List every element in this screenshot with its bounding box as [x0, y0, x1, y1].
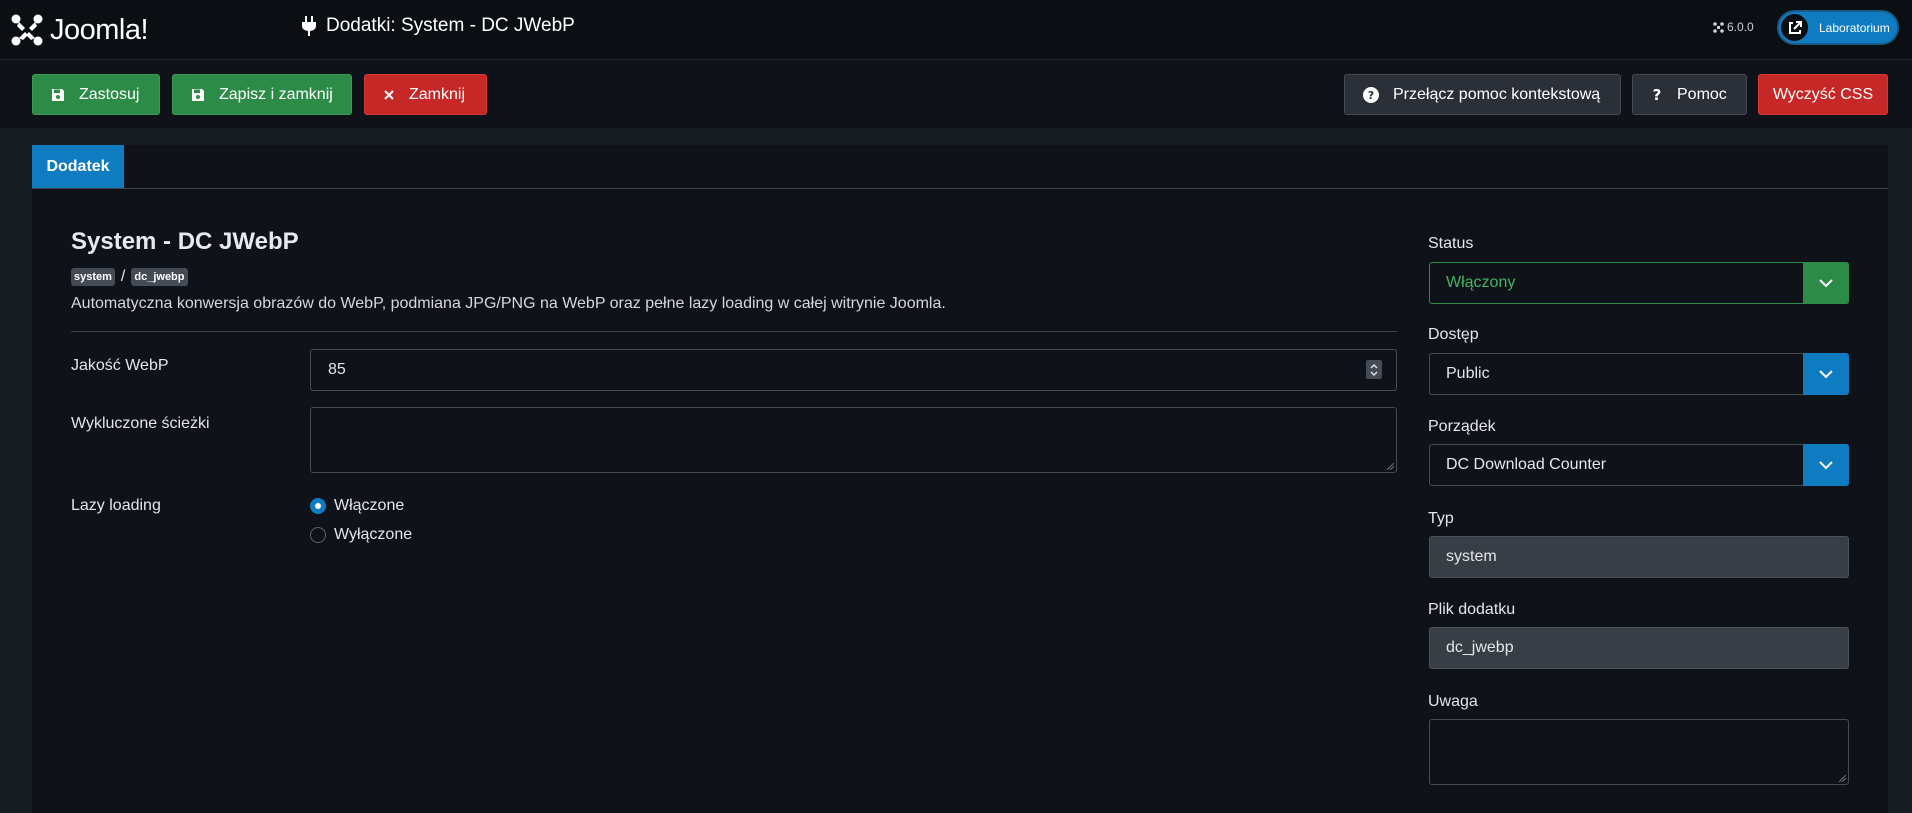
joomla-small-icon [1713, 21, 1724, 33]
close-icon [383, 89, 395, 101]
help-label: Pomoc [1677, 85, 1727, 103]
type-value: system [1446, 548, 1497, 565]
joomla-logo-icon [11, 14, 43, 46]
element-badge: dc_jwebp [131, 268, 188, 286]
badge-separator: / [120, 268, 126, 285]
version-number: 6.0.0 [1727, 20, 1754, 34]
page-heading: Dodatki: System - DC JWebP [302, 15, 575, 37]
clear-css-label: Wyczyść CSS [1772, 85, 1874, 103]
chevron-down-icon [1803, 262, 1849, 304]
save-and-close-button[interactable]: Zapisz i zamknij [172, 74, 352, 115]
plugin-file-field: dc_jwebp [1429, 627, 1849, 669]
type-label: Typ [1428, 510, 1454, 527]
site-link-label: Laboratorium [1819, 20, 1890, 35]
question-icon: ? [1651, 87, 1663, 103]
version-info: 6.0.0 [1713, 20, 1754, 34]
close-label: Zamknij [409, 85, 466, 103]
extension-title: System - DC JWebP [71, 228, 299, 255]
joomla-logo[interactable]: Joomla! [10, 10, 149, 50]
toggle-context-help-button[interactable]: ? Przełącz pomoc kontekstową [1344, 74, 1621, 115]
save-and-close-label: Zapisz i zamknij [219, 85, 333, 103]
lazy-loading-label: Lazy loading [71, 497, 161, 514]
access-value: Public [1446, 365, 1490, 382]
lazy-on-label: Włączone [334, 497, 405, 514]
external-link-icon [1779, 12, 1810, 43]
number-spinner[interactable] [1366, 360, 1382, 379]
question-circle-icon: ? [1363, 86, 1379, 103]
ordering-select[interactable]: DC Download Counter [1429, 444, 1849, 486]
tab-plugin-label: Dodatek [46, 157, 110, 175]
access-select[interactable]: Public [1429, 353, 1849, 395]
save-icon [191, 88, 205, 102]
plug-icon [302, 16, 316, 36]
quality-input[interactable]: 85 [310, 349, 1397, 391]
type-field: system [1429, 536, 1849, 578]
folder-badge: system [71, 268, 115, 286]
plugin-file-value: dc_jwebp [1446, 639, 1514, 656]
tab-plugin[interactable]: Dodatek [32, 145, 124, 188]
page-title: Dodatki: System - DC JWebP [326, 15, 575, 36]
svg-text:?: ? [1368, 89, 1374, 102]
resize-grip-icon[interactable] [1838, 774, 1846, 782]
lazy-off-option[interactable]: Wyłączone [310, 526, 412, 544]
quality-label: Jakość WebP [71, 357, 169, 374]
chevron-down-icon [1803, 353, 1849, 395]
lazy-on-option[interactable]: Włączone [310, 497, 404, 515]
help-button[interactable]: ? Pomoc [1632, 74, 1747, 115]
lazy-off-label: Wyłączone [334, 526, 413, 543]
chevron-down-icon [1803, 444, 1849, 486]
status-value: Włączony [1446, 274, 1516, 291]
apply-button[interactable]: Zastosuj [32, 74, 160, 115]
top-header: Joomla! Dodatki: System - DC JWebP 6.0.0 [0, 0, 1912, 60]
ordering-value: DC Download Counter [1446, 456, 1607, 473]
resize-grip-icon[interactable] [1386, 462, 1394, 470]
excluded-paths-textarea[interactable] [310, 407, 1397, 473]
extension-badges: system / dc_jwebp [71, 268, 188, 286]
toolbar: Zastosuj Zapisz i zamknij Zamknij ? Prze… [0, 60, 1912, 128]
context-help-label: Przełącz pomoc kontekstową [1393, 85, 1601, 103]
status-select[interactable]: Włączony [1429, 262, 1849, 304]
close-button[interactable]: Zamknij [364, 74, 487, 115]
note-label: Uwaga [1428, 693, 1478, 710]
ordering-label: Porządek [1428, 418, 1496, 435]
quality-value: 85 [328, 361, 346, 378]
spinner-arrows-icon [1370, 363, 1378, 376]
excluded-paths-label: Wykluczone ścieżki [71, 415, 210, 432]
status-label: Status [1428, 235, 1474, 252]
save-icon [51, 88, 65, 102]
access-label: Dostęp [1428, 326, 1479, 343]
plugin-file-label: Plik dodatku [1428, 601, 1516, 618]
svg-text:?: ? [1653, 87, 1662, 103]
divider [71, 331, 1397, 332]
lazy-off-radio[interactable] [310, 527, 326, 543]
lazy-on-radio[interactable] [310, 498, 326, 514]
note-textarea[interactable] [1429, 719, 1849, 785]
logo-text: Joomla! [50, 13, 149, 46]
extension-description: Automatyczna konwersja obrazów do WebP, … [71, 295, 946, 312]
site-link-button[interactable]: Laboratorium [1777, 10, 1899, 45]
clear-css-button[interactable]: Wyczyść CSS [1758, 74, 1888, 115]
tab-bar: Dodatek [32, 145, 1888, 189]
apply-label: Zastosuj [79, 85, 140, 103]
